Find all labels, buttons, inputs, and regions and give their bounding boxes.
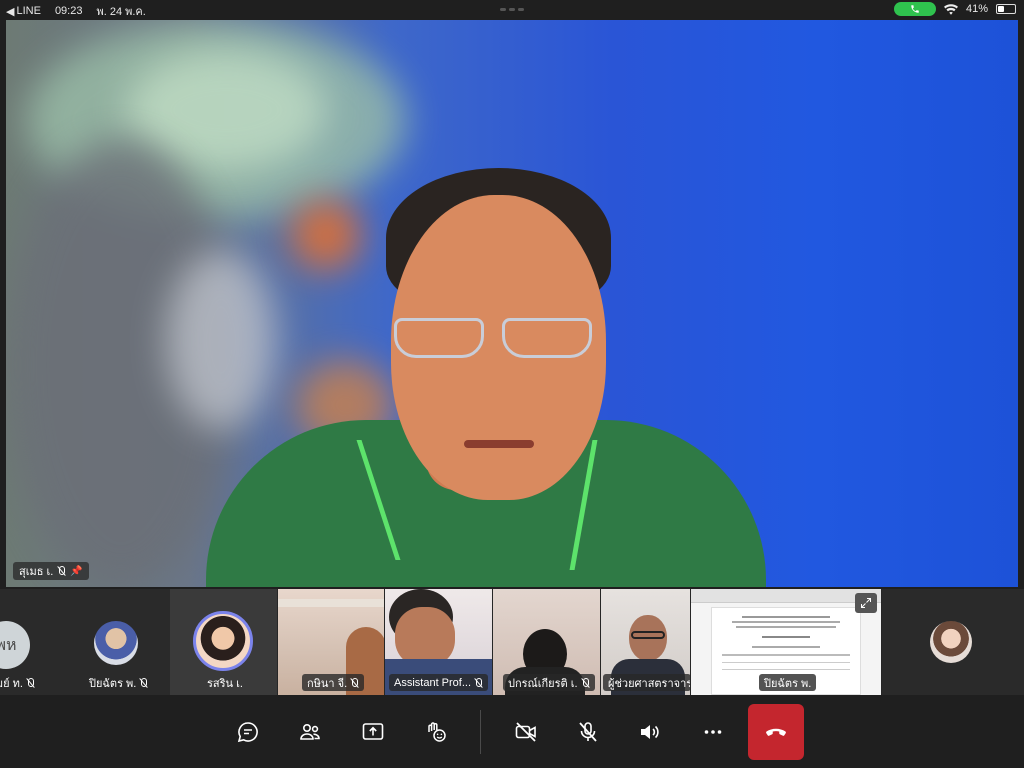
participant-name: ปกรณ์เกียรติ เ. [508,677,578,690]
mic-muted-icon [350,677,359,688]
mic-muted-icon [26,677,35,688]
mic-muted-icon [139,677,148,688]
participant-name: รสริน เ. [207,677,243,690]
status-bar: ◀ LINE 09:23 พ. 24 พ.ค. 41% [0,0,1024,18]
speaker-button[interactable] [634,716,666,748]
participant-name: ปิยฉัตร พ. [764,677,812,690]
share-screen-button[interactable] [357,716,389,748]
mic-muted-icon [474,677,483,688]
participant-video-tile[interactable]: ผู้ช่วยศาสตราจาร... [601,589,690,695]
wifi-icon [943,3,958,15]
mic-toggle-button[interactable] [572,716,604,748]
status-date: พ. 24 พ.ค. [96,6,146,18]
participant-video-tile[interactable]: Assistant Prof... [385,589,492,695]
expand-icon [861,598,871,608]
hang-up-icon [766,728,786,736]
chat-icon [237,722,258,743]
participant-tile[interactable]: พห ปริมย์ ท. [0,589,62,695]
mic-muted-icon [581,677,590,688]
react-button[interactable] [420,716,452,748]
participant-strip[interactable]: พห ปริมย์ ท. ปิยฉัตร พ. รสริน เ. กษินา จ… [0,589,1024,695]
more-icon [704,730,722,734]
raise-hand-icon [428,722,446,742]
participant-video-tile[interactable]: ปกรณ์เกียรติ เ. [493,589,600,695]
active-call-pill[interactable] [893,2,936,16]
phone-icon [911,5,919,13]
chat-button[interactable] [232,716,264,748]
battery-percent: 41% [965,3,988,15]
back-arrow-icon: ◀ [6,5,15,18]
battery-icon [996,4,1016,14]
participant-avatar [94,621,138,665]
participant-tile[interactable]: ปิยฉัตร พ. [62,589,170,695]
control-divider [480,710,481,754]
main-speaker-name: สุเมธ เ. [19,566,54,578]
participant-video-tile[interactable]: กษินา จี. [278,589,384,695]
participant-initials-avatar: พห [0,621,30,669]
speaker-icon [641,725,659,739]
more-options-button[interactable] [697,716,729,748]
participant-name: Assistant Prof... [394,676,472,689]
participant-tile[interactable] [882,589,1024,695]
participant-name: กษินา จี. [307,677,348,690]
expand-button[interactable] [855,593,877,613]
participant-avatar [930,621,972,663]
back-app-label: LINE [16,5,41,17]
people-icon [300,724,320,740]
leave-call-button[interactable] [748,704,804,760]
screen-share-tile[interactable]: ปิยฉัตร พ. [691,589,881,695]
participant-name: ปิยฉัตร พ. [89,677,137,690]
speaker-glasses [394,318,604,360]
mic-off-icon [579,722,597,742]
status-time: 09:23 [54,5,83,17]
participant-tile-active[interactable]: รสริน เ. [170,589,277,695]
participant-avatar [193,611,253,671]
camera-toggle-button[interactable] [510,716,542,748]
back-to-app-button[interactable]: ◀ LINE [6,5,41,18]
mic-muted-icon [57,566,66,576]
multitask-grabber[interactable] [500,8,524,11]
pin-icon: 📌 [70,565,83,577]
main-speaker-video[interactable]: สุเมธ เ. 📌 [6,20,1018,587]
people-button[interactable] [294,716,326,748]
share-screen-icon [362,723,384,740]
main-speaker-label: สุเมธ เ. 📌 [13,562,89,580]
participant-name: ปริมย์ ท. [0,677,23,690]
meeting-control-bar [0,696,1024,768]
participant-name: ผู้ช่วยศาสตราจาร... [608,677,690,690]
camera-off-icon [515,722,536,742]
